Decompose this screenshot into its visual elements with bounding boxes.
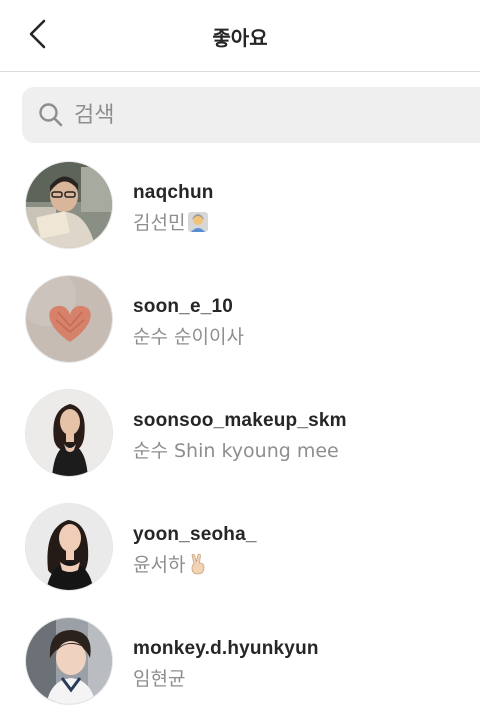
avatar[interactable]	[25, 161, 113, 249]
search-input[interactable]	[74, 102, 454, 128]
person-emoji-icon	[188, 211, 209, 232]
avatar[interactable]	[25, 503, 113, 591]
list-item[interactable]: yoon_seoha_ 윤서하	[0, 490, 480, 600]
avatar[interactable]	[25, 617, 113, 705]
list-item[interactable]: soon_e_10 순수 순이이사	[0, 262, 480, 372]
search-icon	[38, 102, 64, 128]
username[interactable]: naqchun	[133, 182, 214, 204]
victory-hand-emoji-icon	[192, 553, 205, 574]
username[interactable]: yoon_seoha_	[133, 524, 257, 546]
full-name-text: 김선민	[133, 212, 186, 234]
full-name-text: 순수 Shin kyoung mee	[133, 440, 339, 462]
username[interactable]: monkey.d.hyunkyun	[133, 638, 319, 660]
username[interactable]: soonsoo_makeup_skm	[133, 410, 347, 432]
list-item[interactable]: monkey.d.hyunkyun 임현균	[0, 604, 480, 714]
list-item[interactable]: naqchun 김선민	[0, 148, 480, 258]
top-bar: 좋아요	[0, 0, 480, 72]
full-name-text: 순수 순이이사	[133, 326, 244, 348]
avatar[interactable]	[25, 389, 113, 477]
page-title: 좋아요	[212, 26, 268, 50]
full-name: 순수 Shin kyoung mee	[133, 436, 339, 463]
full-name: 김선민	[133, 208, 209, 235]
full-name: 윤서하	[133, 550, 209, 577]
full-name: 순수 순이이사	[133, 322, 244, 349]
full-name: 임현균	[133, 664, 185, 691]
search-bar[interactable]	[22, 87, 480, 143]
username[interactable]: soon_e_10	[133, 296, 233, 318]
full-name-text: 윤서하	[133, 554, 186, 576]
list-item[interactable]: soonsoo_makeup_skm 순수 Shin kyoung mee	[0, 376, 480, 486]
avatar[interactable]	[25, 275, 113, 363]
full-name-text: 임현균	[133, 668, 186, 690]
